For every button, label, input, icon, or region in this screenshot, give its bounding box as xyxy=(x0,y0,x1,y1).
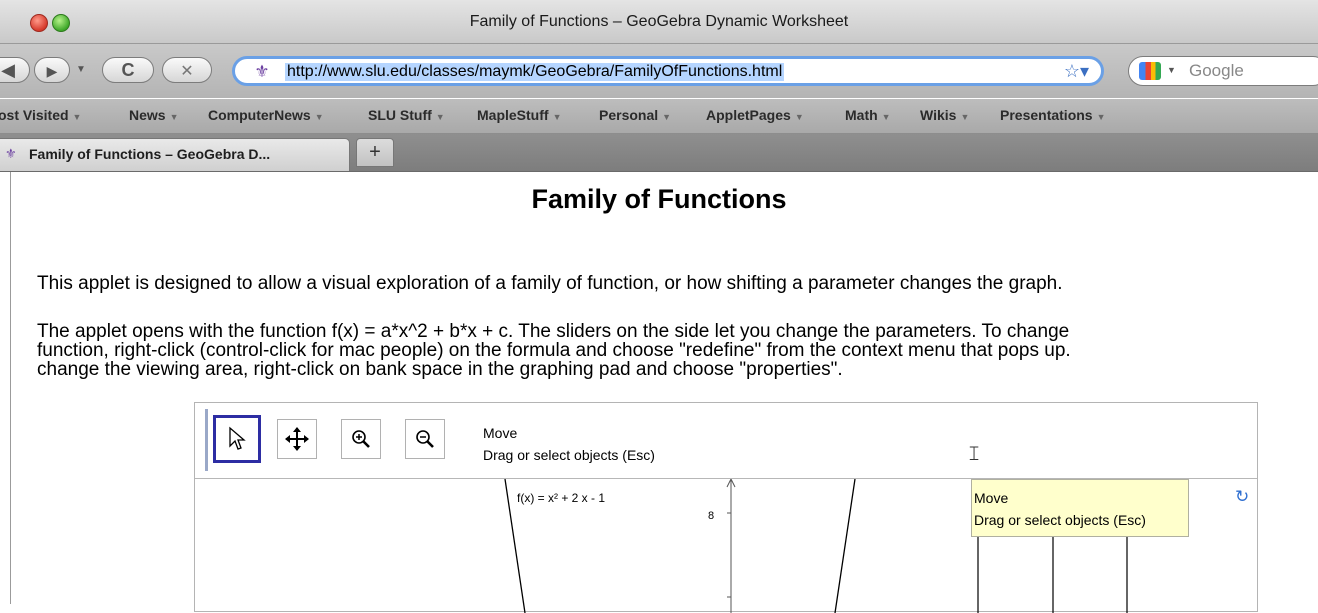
instructions-line-1: The applet opens with the function f(x) … xyxy=(37,321,1070,342)
reload-icon: C xyxy=(121,60,135,80)
tooltip-title: Move xyxy=(974,490,1009,506)
search-engine-dropdown-icon[interactable]: ▼ xyxy=(1167,65,1176,75)
geogebra-applet[interactable]: Move Drag or select objects (Esc) 𝙸 f(x)… xyxy=(194,402,1258,613)
dropdown-arrow-icon: ▼ xyxy=(794,112,804,122)
bookmark-personal[interactable]: Personal ▼ xyxy=(599,107,671,123)
window-titlebar: Family of Functions – GeoGebra Dynamic W… xyxy=(0,0,1318,44)
tab-label: Family of Functions – GeoGebra D... xyxy=(29,146,271,162)
dropdown-arrow-icon: ▼ xyxy=(552,112,562,122)
bookmark-slu-stuff[interactable]: SLU Stuff ▼ xyxy=(368,107,445,123)
bookmark-label: MapleStuff xyxy=(477,107,549,123)
tab-favicon-icon: ⚜ xyxy=(5,146,17,161)
bookmark-news[interactable]: News ▼ xyxy=(129,107,179,123)
dropdown-arrow-icon: ▼ xyxy=(169,112,179,122)
bookmark-label: ost Visited xyxy=(0,107,69,123)
search-input[interactable]: Google xyxy=(1189,61,1244,81)
bookmark-math[interactable]: Math ▼ xyxy=(845,107,891,123)
text-cursor-icon: 𝙸 xyxy=(967,443,982,465)
bookmarks-toolbar: ost Visited ▼ News ▼ ComputerNews ▼ SLU Stu… xyxy=(0,99,1318,134)
stop-icon: ✕ xyxy=(180,63,194,80)
window-title: Family of Functions – GeoGebra Dynamic W… xyxy=(469,13,849,30)
bookmark-label: SLU Stuff xyxy=(368,107,432,123)
tooltip-description: Drag or select objects (Esc) xyxy=(974,512,1146,528)
bookmark-presentations[interactable]: Presentations ▼ xyxy=(1000,107,1106,123)
dropdown-arrow-icon: ▼ xyxy=(72,112,82,122)
bookmark-computernews[interactable]: ComputerNews ▼ xyxy=(208,107,324,123)
bookmark-appletpages[interactable]: AppletPages ▼ xyxy=(706,107,804,123)
url-text[interactable]: http://www.slu.edu/classes/maymk/GeoGebr… xyxy=(285,63,785,81)
zoom-in-icon xyxy=(352,430,370,448)
y-tick-label: 8 xyxy=(708,510,715,522)
tab-family-of-functions[interactable]: ⚜ Family of Functions – GeoGebra D... xyxy=(0,138,350,171)
tab-strip: ⚜ Family of Functions – GeoGebra D... + xyxy=(0,134,1318,172)
zoom-out-icon xyxy=(416,430,434,448)
back-arrow-icon: ◀ xyxy=(1,60,15,80)
bookmark-label: Wikis xyxy=(920,107,957,123)
intro-paragraph: This applet is designed to allow a visua… xyxy=(37,273,1063,294)
instructions-line-3: change the viewing area, right-click on … xyxy=(37,359,843,380)
history-dropdown-icon[interactable]: ▼ xyxy=(76,64,86,75)
back-button[interactable]: ◀ xyxy=(0,57,30,83)
zoom-out-button[interactable] xyxy=(405,419,445,459)
bookmark-label: News xyxy=(129,107,166,123)
new-tab-button[interactable]: + xyxy=(356,138,394,167)
bookmark-label: AppletPages xyxy=(706,107,791,123)
dropdown-arrow-icon: ▼ xyxy=(662,112,672,122)
page-left-border xyxy=(10,172,11,604)
site-favicon-icon: ⚜ xyxy=(254,62,270,81)
bookmark-most-visited[interactable]: ost Visited ▼ xyxy=(0,107,81,123)
stop-button[interactable]: ✕ xyxy=(162,57,212,83)
bookmark-wikis[interactable]: Wikis ▼ xyxy=(920,107,969,123)
forward-arrow-icon: ▶ xyxy=(46,63,58,79)
tool-description: Drag or select objects (Esc) xyxy=(483,447,655,463)
bookmark-label: Math xyxy=(845,107,878,123)
page-content: Family of Functions This applet is desig… xyxy=(0,172,1318,613)
dropdown-arrow-icon: ▼ xyxy=(314,112,324,122)
dropdown-arrow-icon: ▼ xyxy=(1096,112,1106,122)
dropdown-arrow-icon: ▼ xyxy=(435,112,445,122)
tool-tooltip: Move Drag or select objects (Esc) xyxy=(971,479,1189,537)
tool-name: Move xyxy=(483,425,518,441)
page-title: Family of Functions xyxy=(531,184,787,214)
graphics-view[interactable]: f(x) = x² + 2 x - 1 8 Move Drag or selec… xyxy=(195,479,1257,613)
function-label[interactable]: f(x) = x² + 2 x - 1 xyxy=(517,491,605,505)
url-bar[interactable]: ⚜ http://www.slu.edu/classes/maymk/GeoGe… xyxy=(232,56,1104,86)
bookmark-star-icon[interactable]: ☆▾ xyxy=(1064,61,1089,82)
bookmark-label: Presentations xyxy=(1000,107,1093,123)
move-graphics-view-button[interactable] xyxy=(277,419,317,459)
search-bar[interactable]: ▼ Google xyxy=(1128,56,1318,86)
forward-button[interactable]: ▶ xyxy=(34,57,70,83)
parabola-right-branch xyxy=(834,479,856,613)
instructions-line-2: function, right-click (control-click for… xyxy=(37,340,1071,361)
reload-button[interactable]: C xyxy=(102,57,154,83)
bookmark-label: ComputerNews xyxy=(208,107,311,123)
dropdown-arrow-icon: ▼ xyxy=(881,112,891,122)
move-cross-icon xyxy=(285,427,309,451)
search-engine-icon[interactable] xyxy=(1139,62,1161,80)
dropdown-arrow-icon: ▼ xyxy=(960,112,970,122)
applet-toolbar: Move Drag or select objects (Esc) 𝙸 xyxy=(195,403,1257,479)
bookmark-label: Personal xyxy=(599,107,659,123)
move-tool-button[interactable] xyxy=(213,415,261,463)
bookmark-maplestuff[interactable]: MapleStuff ▼ xyxy=(477,107,561,123)
zoom-in-button[interactable] xyxy=(341,419,381,459)
pointer-arrow-icon xyxy=(229,426,246,450)
toolbar-edge xyxy=(205,409,208,471)
refresh-view-icon[interactable]: ↻ xyxy=(1235,487,1249,507)
